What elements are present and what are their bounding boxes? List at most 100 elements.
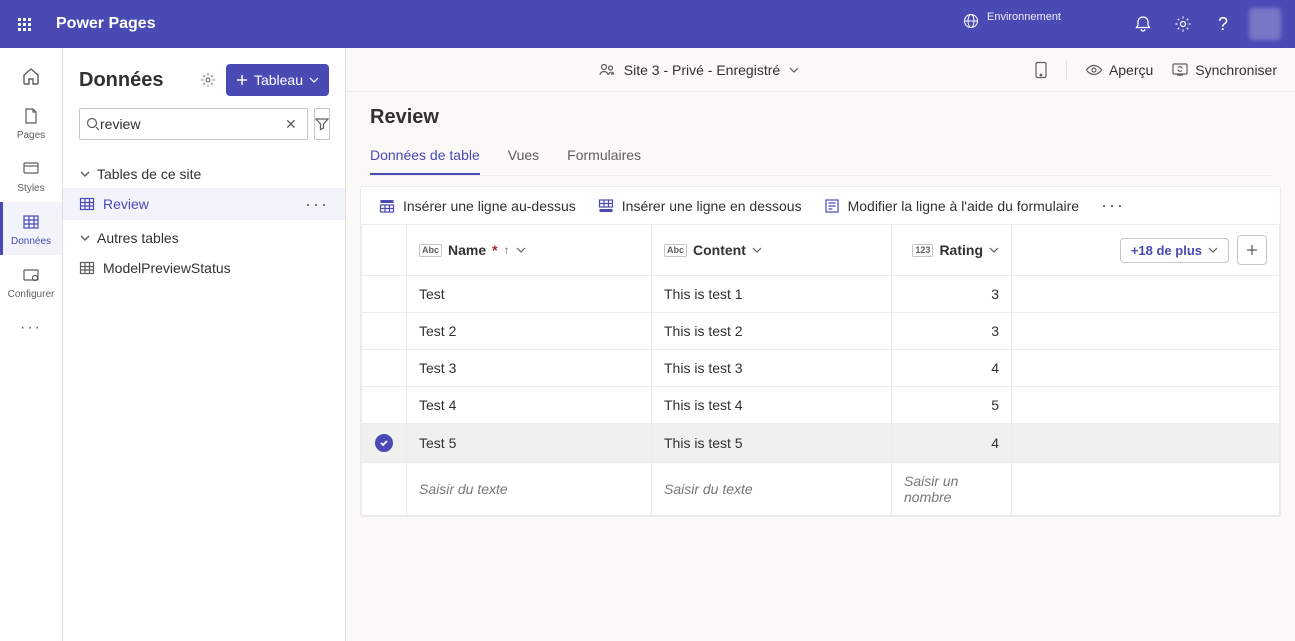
section-other-tables-label: Autres tables: [97, 230, 179, 246]
section-site-tables[interactable]: Tables de ce site: [63, 156, 345, 188]
preview-label: Aperçu: [1109, 62, 1153, 78]
site-bar: Site 3 - Privé - Enregistré Aperçu Synch…: [346, 48, 1295, 92]
cell-name[interactable]: Test 4: [407, 387, 652, 424]
col-content-label: Content: [693, 242, 746, 258]
cell-content[interactable]: This is test 5: [652, 424, 892, 463]
row-select-cell[interactable]: [362, 313, 407, 350]
mobile-preview-button[interactable]: [1034, 61, 1048, 79]
cell-name[interactable]: Test 2: [407, 313, 652, 350]
site-picker[interactable]: Site 3 - Privé - Enregistré: [598, 61, 800, 79]
add-column-button[interactable]: [1237, 235, 1267, 265]
col-name-label: Name: [448, 242, 486, 258]
number-type-icon: 123: [912, 244, 933, 257]
settings-button[interactable]: [1163, 0, 1203, 48]
data-panel-settings[interactable]: [198, 70, 218, 90]
data-panel: Données Tableau ✕ Tables de ce site: [63, 48, 346, 641]
chevron-down-icon: [989, 245, 999, 255]
cell-content[interactable]: This is test 3: [652, 350, 892, 387]
rail-configure-label: Configurer: [8, 289, 55, 300]
new-rating-cell[interactable]: Saisir un nombre: [892, 463, 1012, 516]
table-row[interactable]: Test 3This is test 34: [362, 350, 1280, 387]
rail-pages-label: Pages: [17, 130, 45, 141]
more-columns-button[interactable]: +18 de plus: [1120, 238, 1229, 263]
more-columns-label: +18 de plus: [1131, 243, 1202, 258]
cell-name[interactable]: Test 3: [407, 350, 652, 387]
new-content-cell[interactable]: Saisir du texte: [652, 463, 892, 516]
search-tables-input[interactable]: [100, 116, 281, 132]
cell-empty: [1012, 387, 1280, 424]
col-header-name[interactable]: Abc Name* ↑: [407, 225, 652, 276]
globe-icon: [963, 13, 979, 34]
row-select-cell[interactable]: [362, 350, 407, 387]
tab-forms[interactable]: Formulaires: [567, 139, 641, 175]
notifications-button[interactable]: [1123, 0, 1163, 48]
cell-empty: [1012, 350, 1280, 387]
cell-rating[interactable]: 3: [892, 276, 1012, 313]
plus-icon: [236, 74, 248, 86]
cmd-insert-below-label: Insérer une ligne en dessous: [622, 198, 802, 214]
cmd-more[interactable]: ···: [1101, 195, 1125, 216]
cell-content[interactable]: This is test 4: [652, 387, 892, 424]
rail-pages[interactable]: Pages: [0, 96, 62, 149]
cell-empty: [1012, 276, 1280, 313]
rail-data[interactable]: Données: [0, 202, 62, 255]
row-select-cell[interactable]: [362, 387, 407, 424]
table-item-review[interactable]: Review ···: [63, 188, 345, 220]
table-row[interactable]: Test 2This is test 23: [362, 313, 1280, 350]
table-item-model[interactable]: ModelPreviewStatus: [63, 252, 345, 284]
cmd-edit-in-form[interactable]: Modifier la ligne à l'aide du formulaire: [824, 198, 1079, 214]
cell-rating[interactable]: 4: [892, 424, 1012, 463]
tab-table-data[interactable]: Données de table: [370, 139, 480, 175]
new-table-button[interactable]: Tableau: [226, 64, 329, 96]
rail-styles[interactable]: Styles: [0, 149, 62, 202]
cell-content[interactable]: This is test 2: [652, 313, 892, 350]
row-select-cell[interactable]: [362, 276, 407, 313]
check-icon: [375, 434, 393, 452]
cell-name[interactable]: Test 5: [407, 424, 652, 463]
phone-icon: [1034, 61, 1048, 79]
rail-more[interactable]: ···: [0, 308, 62, 346]
row-select-cell[interactable]: [362, 424, 407, 463]
data-grid: Insérer une ligne au-dessus Insérer une …: [360, 186, 1281, 517]
environment-picker[interactable]: Environnement: [963, 11, 1107, 37]
sync-button[interactable]: Synchroniser: [1171, 61, 1277, 79]
form-icon: [824, 198, 840, 214]
table-row[interactable]: Test 5This is test 54: [362, 424, 1280, 463]
site-picker-label: Site 3 - Privé - Enregistré: [624, 62, 780, 78]
clear-search-button[interactable]: ✕: [281, 116, 301, 133]
cell-content[interactable]: This is test 1: [652, 276, 892, 313]
cmd-insert-row-below[interactable]: Insérer une ligne en dessous: [598, 198, 802, 214]
cell-empty: [1012, 424, 1280, 463]
preview-button[interactable]: Aperçu: [1085, 61, 1153, 79]
table-row[interactable]: TestThis is test 13: [362, 276, 1280, 313]
more-icon: ···: [21, 318, 41, 338]
chevron-down-icon: [79, 232, 91, 244]
cmd-insert-row-above[interactable]: Insérer une ligne au-dessus: [379, 198, 576, 214]
data-icon: [21, 212, 41, 232]
tab-views[interactable]: Vues: [508, 139, 539, 175]
col-header-content[interactable]: Abc Content: [652, 225, 892, 276]
rail-configure[interactable]: Configurer: [0, 255, 62, 308]
eye-icon: [1085, 61, 1103, 79]
section-site-tables-label: Tables de ce site: [97, 166, 201, 182]
col-header-rating[interactable]: 123 Rating: [892, 225, 1012, 276]
table-row[interactable]: Test 4This is test 45: [362, 387, 1280, 424]
rail-home[interactable]: [0, 56, 62, 96]
cell-rating[interactable]: 4: [892, 350, 1012, 387]
app-title: Power Pages: [56, 15, 156, 33]
text-type-icon: Abc: [664, 244, 687, 257]
sync-icon: [1171, 61, 1189, 79]
help-button[interactable]: ?: [1203, 0, 1243, 48]
cell-rating[interactable]: 3: [892, 313, 1012, 350]
section-other-tables[interactable]: Autres tables: [63, 220, 345, 252]
filter-button[interactable]: [314, 108, 330, 140]
cell-name[interactable]: Test: [407, 276, 652, 313]
cell-rating[interactable]: 5: [892, 387, 1012, 424]
search-tables-box: ✕: [79, 108, 308, 140]
new-name-cell[interactable]: Saisir du texte: [407, 463, 652, 516]
new-row[interactable]: Saisir du texteSaisir du texteSaisir un …: [362, 463, 1280, 516]
user-avatar[interactable]: [1249, 8, 1281, 40]
left-rail: Pages Styles Données Configurer ···: [0, 48, 63, 641]
col-header-select[interactable]: [362, 225, 407, 276]
app-launcher-button[interactable]: [8, 8, 40, 40]
